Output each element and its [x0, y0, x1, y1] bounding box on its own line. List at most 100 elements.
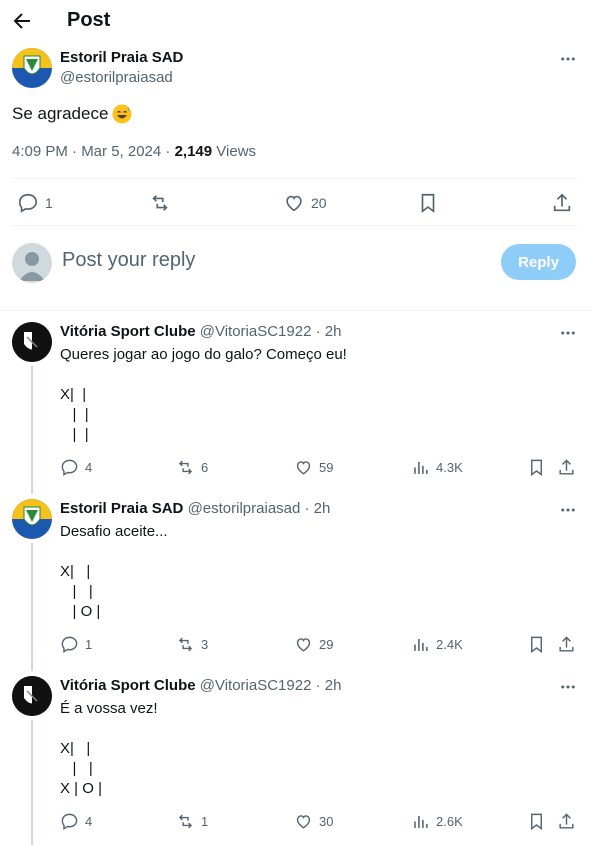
- post-author-handle[interactable]: @estorilpraiasad: [60, 69, 173, 86]
- bookmark-icon: [531, 459, 542, 477]
- reply-icon: [61, 636, 78, 653]
- thread-line: [31, 366, 33, 494]
- post-time[interactable]: 4:09 PM · Mar 5, 2024 ·: [12, 143, 175, 160]
- analytics-icon: [414, 461, 428, 474]
- repost-icon: [178, 460, 193, 475]
- share-action[interactable]: [557, 635, 576, 654]
- views-label: Views: [212, 143, 257, 160]
- page-title: Post: [67, 9, 111, 31]
- reply-count: 1: [45, 195, 53, 211]
- reply-author-handle[interactable]: @VitoriaSC1922 · 2h: [200, 323, 342, 340]
- more-options-icon[interactable]: [559, 678, 577, 696]
- thread-line: [31, 720, 33, 845]
- estoril-avatar[interactable]: [12, 499, 52, 539]
- share-action[interactable]: [551, 192, 573, 214]
- like-action[interactable]: 59: [294, 458, 333, 477]
- user-avatar[interactable]: [12, 243, 52, 283]
- repost-count: 1: [201, 814, 209, 829]
- reply-icon: [61, 813, 78, 830]
- bookmark-action[interactable]: [527, 635, 546, 654]
- reply-button[interactable]: Reply: [501, 244, 576, 280]
- repost-icon: [152, 195, 168, 211]
- reply-count: 4: [85, 814, 93, 829]
- reply-text: Queres jogar ao jogo do galo? Começo eu!…: [60, 346, 347, 443]
- like-action[interactable]: 30: [294, 812, 333, 831]
- analytics-icon: [414, 815, 428, 828]
- more-options-icon[interactable]: [559, 324, 577, 342]
- bookmark-icon: [531, 636, 542, 654]
- divider: [12, 225, 577, 226]
- reply-icon: [18, 193, 38, 213]
- reply-input[interactable]: Post your reply: [62, 249, 195, 272]
- view-count: 2,149: [174, 143, 213, 160]
- heart-icon: [286, 195, 302, 212]
- post-author-name[interactable]: Estoril Praia SAD: [60, 49, 183, 66]
- estoril-avatar[interactable]: [12, 48, 52, 88]
- heart-icon: [296, 815, 311, 829]
- reply-icon: [61, 459, 78, 476]
- share-action[interactable]: [557, 458, 576, 477]
- reply-author-handle[interactable]: @VitoriaSC1922 · 2h: [200, 677, 342, 694]
- repost-action[interactable]: 6: [176, 458, 208, 477]
- bookmark-action[interactable]: [417, 192, 439, 214]
- views-action[interactable]: 2.6K: [411, 812, 463, 831]
- repost-action[interactable]: 1: [176, 812, 208, 831]
- reply-text: Desafio aceite... X| | | | | O |: [60, 523, 168, 620]
- reply-author-name[interactable]: Estoril Praia SAD: [60, 500, 183, 517]
- divider: [0, 310, 591, 311]
- reply-author-name[interactable]: Vitória Sport Clube: [60, 677, 196, 694]
- reply-action[interactable]: 1: [60, 635, 92, 654]
- heart-icon: [296, 638, 311, 652]
- like-count: 20: [311, 195, 327, 211]
- view-count: 4.3K: [436, 460, 463, 475]
- reply-action[interactable]: 4: [60, 458, 92, 477]
- repost-icon: [178, 637, 193, 652]
- reply-text: É a vossa vez! X| | | | X | O |: [60, 700, 158, 797]
- bookmark-icon: [421, 193, 435, 213]
- reply-header: Vitória Sport Clube @VitoriaSC1922 · 2h: [60, 677, 341, 694]
- like-action[interactable]: 29: [294, 635, 333, 654]
- thread-line: [31, 543, 33, 671]
- share-icon: [559, 459, 574, 475]
- analytics-icon: [414, 638, 428, 651]
- bookmark-action[interactable]: [527, 812, 546, 831]
- view-count: 2.6K: [436, 814, 463, 829]
- more-options-icon[interactable]: [559, 501, 577, 519]
- repost-count: 6: [201, 460, 209, 475]
- sweat-smile-emoji-icon: [112, 104, 132, 124]
- more-options-icon[interactable]: [559, 50, 577, 68]
- reply-action[interactable]: 1: [17, 192, 53, 214]
- like-count: 30: [319, 814, 334, 829]
- like-count: 59: [319, 460, 334, 475]
- views-action[interactable]: 4.3K: [411, 458, 463, 477]
- reply-header: Estoril Praia SAD @estorilpraiasad · 2h: [60, 500, 330, 517]
- bookmark-action[interactable]: [527, 458, 546, 477]
- post-text-content: Se agradece: [12, 104, 109, 123]
- reply-action[interactable]: 4: [60, 812, 92, 831]
- repost-icon: [178, 814, 193, 829]
- post-text: Se agradece: [12, 104, 132, 124]
- vitoria-avatar[interactable]: [12, 676, 52, 716]
- back-arrow-icon[interactable]: [10, 9, 34, 33]
- top-bar: Post: [0, 0, 591, 44]
- bookmark-icon: [531, 813, 542, 831]
- divider: [12, 178, 577, 179]
- view-count: 2.4K: [436, 637, 463, 652]
- share-action[interactable]: [557, 812, 576, 831]
- reply-author-name[interactable]: Vitória Sport Clube: [60, 323, 196, 340]
- vitoria-avatar[interactable]: [12, 322, 52, 362]
- heart-icon: [296, 461, 311, 475]
- like-count: 29: [319, 637, 334, 652]
- share-icon: [559, 636, 574, 652]
- like-action[interactable]: 20: [283, 192, 327, 214]
- reply-header: Vitória Sport Clube @VitoriaSC1922 · 2h: [60, 323, 341, 340]
- repost-action[interactable]: [149, 192, 171, 214]
- reply-count: 4: [85, 460, 93, 475]
- post-timestamp: 4:09 PM · Mar 5, 2024 · 2,149 Views: [12, 143, 256, 160]
- repost-count: 3: [201, 637, 209, 652]
- share-icon: [559, 813, 574, 829]
- reply-author-handle[interactable]: @estorilpraiasad · 2h: [188, 500, 331, 517]
- views-action[interactable]: 2.4K: [411, 635, 463, 654]
- share-icon: [553, 193, 571, 212]
- repost-action[interactable]: 3: [176, 635, 208, 654]
